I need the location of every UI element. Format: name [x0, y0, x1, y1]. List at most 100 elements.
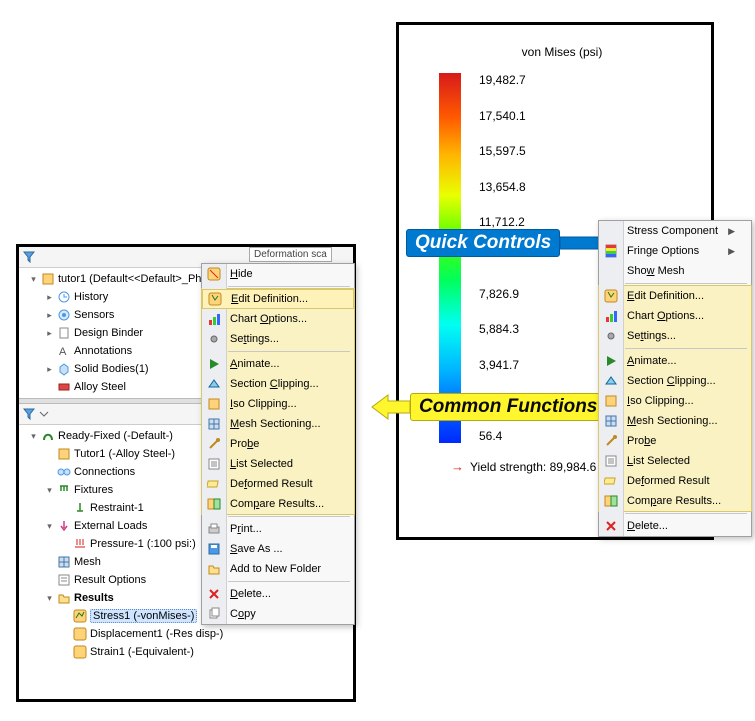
- settings-icon: [603, 328, 619, 344]
- connections-icon: [57, 465, 71, 479]
- menu-show-mesh[interactable]: Show Mesh: [599, 261, 751, 281]
- settings-icon: [206, 331, 222, 347]
- menu-stress-component[interactable]: Stress Component▶: [599, 221, 751, 241]
- loads-icon: [57, 519, 71, 533]
- menu-settings[interactable]: Settings...: [202, 329, 354, 349]
- submenu-arrow-icon: ▶: [728, 226, 735, 237]
- legend-tick: 11,712.2: [479, 215, 526, 229]
- menu-mesh-sectioning[interactable]: Mesh Sectioning...: [202, 414, 354, 434]
- pressure-icon: [73, 537, 87, 551]
- yield-label: Yield strength: 89,984.6: [470, 460, 596, 474]
- menu-edit-definition[interactable]: Edit Definition...: [599, 286, 751, 306]
- menu-animate[interactable]: Animate...: [599, 351, 751, 371]
- menu-add-to-folder[interactable]: Add to New Folder: [202, 559, 354, 579]
- menu-mesh-sectioning[interactable]: Mesh Sectioning...: [599, 411, 751, 431]
- menu-settings[interactable]: Settings...: [599, 326, 751, 346]
- probe-icon: [206, 436, 222, 452]
- menu-probe[interactable]: Probe: [202, 434, 354, 454]
- svg-text:A: A: [59, 346, 67, 358]
- menu-save-as[interactable]: Save As ...: [202, 539, 354, 559]
- chart-icon: [206, 311, 222, 327]
- binder-icon: [57, 326, 71, 340]
- legend-tick: 7,826.9: [479, 287, 526, 301]
- study-displacement-plot[interactable]: Displacement1 (-Res disp-): [23, 625, 353, 643]
- legend-title: von Mises (psi): [439, 45, 685, 59]
- study-strain-plot[interactable]: Strain1 (-Equivalent-): [23, 643, 353, 661]
- hide-icon: [206, 266, 222, 282]
- solid-icon: [57, 362, 71, 376]
- collapse-icon[interactable]: ▾: [29, 274, 38, 285]
- probe-icon: [603, 433, 619, 449]
- folder-add-icon: [206, 561, 222, 577]
- plot-icon: [207, 291, 223, 307]
- menu-iso-clipping[interactable]: Iso Clipping...: [202, 394, 354, 414]
- menu-fringe-options[interactable]: Fringe Options▶: [599, 241, 751, 261]
- menu-copy[interactable]: Copy: [202, 604, 354, 624]
- sensors-icon: [57, 308, 71, 322]
- list-icon: [206, 456, 222, 472]
- filter-icon[interactable]: [23, 408, 35, 420]
- menu-deformed-result[interactable]: Deformed Result: [599, 471, 751, 491]
- list-icon: [603, 453, 619, 469]
- menu-compare-results[interactable]: Compare Results...: [202, 494, 354, 514]
- results-folder-icon: [57, 591, 71, 605]
- legend-tick: 3,941.7: [479, 358, 526, 372]
- menu-delete[interactable]: Delete...: [202, 584, 354, 604]
- menu-print[interactable]: Print...: [202, 519, 354, 539]
- legend-tick: 56.4: [479, 429, 526, 443]
- iso-clip-icon: [206, 396, 222, 412]
- expand-icon[interactable]: ▸: [45, 292, 54, 303]
- copy-icon: [206, 606, 222, 622]
- menu-list-selected[interactable]: List Selected: [599, 451, 751, 471]
- submenu-arrow-icon: ▶: [728, 246, 735, 257]
- colorbar: [439, 73, 461, 443]
- menu-section-clipping[interactable]: Section Clipping...: [202, 374, 354, 394]
- section-clip-icon: [603, 373, 619, 389]
- menu-probe[interactable]: Probe: [599, 431, 751, 451]
- common-functions-group: Edit Definition... Chart Options... Sett…: [598, 285, 752, 512]
- compare-icon: [206, 496, 222, 512]
- part-icon: [41, 272, 55, 286]
- plot-context-menu: Hide Edit Definition... Chart Options...…: [201, 263, 355, 625]
- fringe-icon: [603, 243, 619, 259]
- print-icon: [206, 521, 222, 537]
- strain-plot-icon: [73, 645, 87, 659]
- menu-section-clipping[interactable]: Section Clipping...: [599, 371, 751, 391]
- menu-chart-options[interactable]: Chart Options...: [599, 306, 751, 326]
- menu-delete[interactable]: Delete...: [599, 516, 751, 536]
- plot-icon: [603, 288, 619, 304]
- legend-context-menu: Stress Component▶ Fringe Options▶ Show M…: [598, 220, 752, 537]
- annotations-icon: A: [57, 344, 71, 358]
- play-icon: [206, 356, 222, 372]
- disp-plot-icon: [73, 627, 87, 641]
- part-icon: [57, 447, 71, 461]
- menu-animate[interactable]: Animate...: [202, 354, 354, 374]
- material-icon: [57, 380, 71, 394]
- legend-tick: 5,884.3: [479, 322, 526, 336]
- filter-icon[interactable]: [23, 251, 35, 263]
- menu-iso-clipping[interactable]: Iso Clipping...: [599, 391, 751, 411]
- dropdown-icon[interactable]: [39, 409, 49, 419]
- menu-chart-options[interactable]: Chart Options...: [202, 309, 354, 329]
- iso-clip-icon: [603, 393, 619, 409]
- menu-hide[interactable]: Hide: [202, 264, 354, 284]
- save-icon: [206, 541, 222, 557]
- study-icon: [41, 429, 55, 443]
- result-options-icon: [57, 573, 71, 587]
- colorbar-scale: 19,482.7 17,540.1 15,597.5 13,654.8 11,7…: [479, 73, 526, 443]
- menu-edit-definition[interactable]: Edit Definition...: [202, 289, 354, 309]
- compare-icon: [603, 493, 619, 509]
- mesh-icon: [57, 555, 71, 569]
- deformation-tab[interactable]: Deformation sca: [249, 247, 332, 262]
- deformed-icon: [206, 476, 222, 492]
- menu-deformed-result[interactable]: Deformed Result: [202, 474, 354, 494]
- history-icon: [57, 290, 71, 304]
- mesh-section-icon: [206, 416, 222, 432]
- mesh-section-icon: [603, 413, 619, 429]
- quick-controls-label: Quick Controls: [406, 229, 560, 257]
- menu-list-selected[interactable]: List Selected: [202, 454, 354, 474]
- common-functions-group: Edit Definition... Chart Options... Sett…: [201, 288, 355, 515]
- menu-compare-results[interactable]: Compare Results...: [599, 491, 751, 511]
- legend-tick: 17,540.1: [479, 109, 526, 123]
- legend-tick: 19,482.7: [479, 73, 526, 87]
